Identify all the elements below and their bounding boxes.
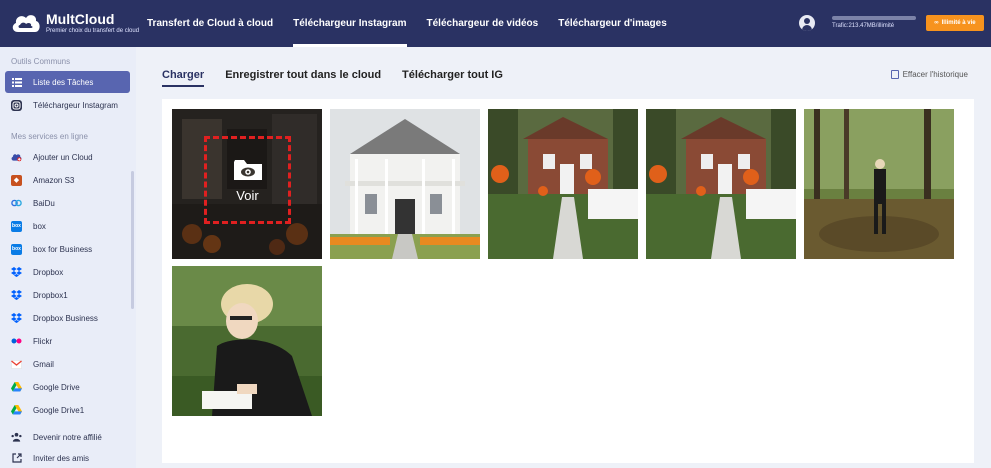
- user-avatar-icon[interactable]: [799, 15, 815, 31]
- sidebar-item-label: Devenir notre affilié: [33, 432, 102, 442]
- instagram-icon: [11, 99, 22, 111]
- sidebar-scrollbar[interactable]: [131, 171, 134, 309]
- sidebar-item-label: Dropbox: [33, 267, 64, 277]
- sidebar-item-label: box: [33, 221, 46, 231]
- clear-history-label: Effacer l'historique: [902, 70, 968, 79]
- sidebar-item-amazon-s3[interactable]: ◆ Amazon S3: [5, 169, 130, 191]
- traffic-text: Trafic:213.47MB/illimité: [832, 23, 895, 29]
- sidebar-item-instagram-downloader[interactable]: Téléchargeur Instagram: [5, 94, 130, 116]
- sidebar-item-label: Téléchargeur Instagram: [33, 100, 118, 110]
- folder-eye-icon: [233, 159, 262, 180]
- gallery-image[interactable]: [646, 109, 796, 259]
- gallery-image[interactable]: Voir: [172, 109, 322, 259]
- invite-icon: [11, 453, 22, 464]
- brand-name: MultCloud: [46, 10, 115, 27]
- sidebar-item-add-cloud[interactable]: Ajouter un Cloud: [5, 146, 130, 168]
- nav-video-downloader[interactable]: Téléchargeur de vidéos: [417, 0, 549, 47]
- sidebar-item-label: Amazon S3: [33, 175, 75, 185]
- sidebar-item-dropbox-business[interactable]: Dropbox Business: [5, 307, 130, 329]
- gallery-image[interactable]: [804, 109, 954, 259]
- add-cloud-icon: [11, 152, 22, 163]
- main-nav: Transfert de Cloud à cloud Téléchargeur …: [137, 0, 677, 47]
- sidebar-item-baidu[interactable]: BaiDu: [5, 192, 130, 214]
- sidebar-item-label: Inviter des amis: [33, 453, 90, 463]
- brand-tagline: Premier choix du transfert de cloud: [46, 27, 140, 34]
- google-drive-icon: [11, 382, 22, 393]
- nav-cloud-transfer[interactable]: Transfert de Cloud à cloud: [137, 0, 283, 47]
- sidebar-item-task-list[interactable]: Liste des Tâches: [5, 71, 130, 93]
- baidu-icon: [11, 198, 22, 209]
- sidebar-item-gmail[interactable]: Gmail: [5, 353, 130, 375]
- upgrade-label: Illimité à vie: [941, 20, 976, 26]
- sidebar-item-label: Google Drive1: [33, 405, 85, 415]
- gallery-image[interactable]: [172, 266, 322, 416]
- infinity-icon: ∞: [934, 20, 939, 26]
- clear-history-button[interactable]: Effacer l'historique: [890, 70, 968, 79]
- gmail-icon: [11, 359, 22, 370]
- sidebar-item-google-drive1[interactable]: Google Drive1: [5, 399, 130, 421]
- brand-logo[interactable]: MultCloud Premier choix du transfert de …: [10, 10, 139, 36]
- sidebar-item-invite-friends[interactable]: Inviter des amis: [5, 447, 130, 468]
- view-label: Voir: [236, 187, 259, 203]
- sidebar-item-dropbox1[interactable]: Dropbox1: [5, 284, 130, 306]
- box-business-icon: box: [11, 243, 22, 255]
- section-my-services: Mes services en ligne: [11, 132, 88, 141]
- cloud-logo-icon: [12, 15, 40, 32]
- sidebar-item-affiliate[interactable]: Devenir notre affilié: [5, 426, 130, 448]
- google-drive-icon: [11, 405, 22, 416]
- nav-instagram-downloader[interactable]: Téléchargeur Instagram: [283, 0, 416, 47]
- view-overlay[interactable]: Voir: [204, 136, 291, 224]
- tab-save-all-cloud[interactable]: Enregistrer tout dans le cloud: [225, 69, 381, 87]
- sidebar-item-box-business[interactable]: box box for Business: [5, 238, 130, 260]
- list-icon: [11, 77, 22, 88]
- main-content: Charger Enregistrer tout dans le cloud T…: [136, 47, 991, 468]
- tab-charger[interactable]: Charger: [162, 69, 205, 87]
- nav-image-downloader[interactable]: Téléchargeur d'images: [548, 0, 677, 47]
- box-icon: box: [11, 220, 22, 232]
- amazon-s3-icon: ◆: [11, 174, 22, 186]
- flickr-icon: [11, 336, 22, 347]
- image-gallery: Voir: [162, 99, 974, 463]
- sidebar-item-label: Flickr: [33, 336, 53, 346]
- gallery-image[interactable]: [330, 109, 480, 259]
- gallery-image[interactable]: [488, 109, 638, 259]
- sidebar-item-label: Google Drive: [33, 382, 80, 392]
- sidebar-item-label: box for Business: [33, 244, 93, 254]
- sidebar-item-label: Gmail: [33, 359, 54, 369]
- sidebar-item-label: Liste des Tâches: [33, 77, 94, 87]
- dropbox-icon: [11, 267, 22, 278]
- sidebar-item-label: Dropbox1: [33, 290, 68, 300]
- dropbox-business-icon: [11, 313, 22, 324]
- top-bar: MultCloud Premier choix du transfert de …: [0, 0, 991, 47]
- dropbox-icon: [11, 290, 22, 301]
- clear-history-icon: [890, 70, 899, 79]
- section-common-tools: Outils Communs: [11, 57, 71, 66]
- upgrade-button[interactable]: ∞ Illimité à vie: [926, 15, 984, 31]
- sidebar-item-dropbox[interactable]: Dropbox: [5, 261, 130, 283]
- sidebar-item-label: Ajouter un Cloud: [33, 152, 93, 162]
- sidebar-item-google-drive[interactable]: Google Drive: [5, 376, 130, 398]
- tab-download-all-ig[interactable]: Télécharger tout IG: [402, 69, 503, 87]
- sidebar-item-label: Dropbox Business: [33, 313, 98, 323]
- sidebar-item-label: BaiDu: [33, 198, 55, 208]
- sidebar: Outils Communs Liste des Tâches Téléchar…: [0, 47, 136, 468]
- tab-bar: Charger Enregistrer tout dans le cloud T…: [162, 69, 524, 87]
- traffic-progress-bar: [832, 16, 916, 20]
- sidebar-item-box[interactable]: box box: [5, 215, 130, 237]
- affiliate-icon: [11, 432, 22, 443]
- sidebar-item-flickr[interactable]: Flickr: [5, 330, 130, 352]
